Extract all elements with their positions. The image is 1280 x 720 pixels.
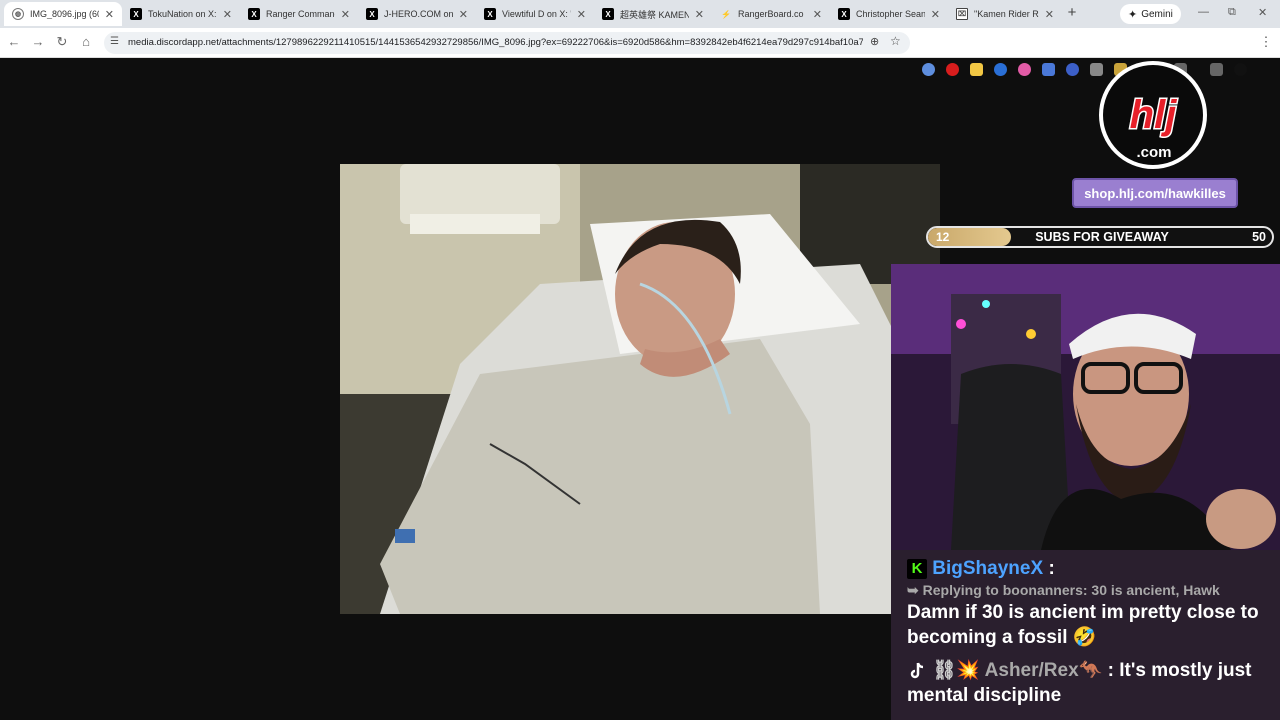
tab-img-8096[interactable]: ◍ IMG_8096.jpg (600 ✕ [4,2,122,26]
tiktok-logo-icon [907,661,927,681]
tab-title: Christopher Sean u [856,9,925,19]
new-tab-button[interactable]: + [1064,4,1080,22]
displayed-image [340,164,940,614]
extension-globe-icon[interactable] [1066,63,1079,76]
gemini-label: Gemini [1141,8,1173,20]
tab-j-hero[interactable]: X J-HERO.COM on X: ✕ [358,2,476,26]
close-window-icon[interactable]: ✕ [1258,6,1267,19]
chat-reply-text: Replying to boonanners: 30 is ancient, H… [922,582,1220,598]
tab-strip: ◍ IMG_8096.jpg (600 ✕ X TokuNation on X:… [0,0,1280,28]
kick-logo-icon: K [907,558,927,579]
chat-overlay: K BigShayneX : ➥ Replying to boonanners:… [891,550,1280,720]
bolt-icon: ⚡ [721,9,731,19]
close-tab-icon[interactable]: ✕ [341,8,350,21]
extension-note-icon[interactable] [970,63,983,76]
close-tab-icon[interactable]: ✕ [105,8,114,21]
close-tab-icon[interactable]: ✕ [695,8,704,21]
tab-title: TokuNation on X: "I [148,9,217,19]
globe-icon: ◍ [12,8,24,20]
tab-rangerboard[interactable]: ⚡ RangerBoard.co ✕ [712,2,830,26]
shop-link-badge: shop.hlj.com/hawkilles [1072,178,1238,208]
gemini-sparkle-icon: ✦ [1128,8,1138,21]
tab-title: 超英雄祭 KAMEN R [620,9,689,20]
zoom-icon[interactable]: ⊕ [870,35,879,48]
username-colon: : [1107,660,1120,681]
restore-icon[interactable]: ⧉ [1228,6,1236,19]
home-icon[interactable]: ⌂ [78,34,94,50]
tab-christopher-sean[interactable]: X Christopher Sean u ✕ [830,2,948,26]
tab-title: IMG_8096.jpg (600 [30,9,99,19]
hospital-photo-illustration [340,164,940,614]
back-icon[interactable]: ← [6,34,22,50]
site-info-icon[interactable]: ☰ [110,36,119,47]
extension-pink-icon[interactable] [1018,63,1031,76]
chat-username: Asher/Rex [984,660,1079,681]
tab-ranger-command[interactable]: X Ranger Command I ✕ [240,2,358,26]
minimize-icon[interactable]: — [1198,6,1209,18]
menu-kebab-icon[interactable]: ⋮ [1258,34,1274,50]
chat-username: BigShayneX [932,558,1044,579]
goal-label: SUBS FOR GIVEAWAY [1035,230,1169,244]
logo-main-text: hlj [1130,93,1178,137]
extension-blue-icon[interactable] [994,63,1007,76]
close-tab-icon[interactable]: ✕ [577,8,586,21]
tab-tokunation[interactable]: X TokuNation on X: "I ✕ [122,2,240,26]
address-bar[interactable]: ☰ media.discordapp.net/attachments/12798… [104,32,910,54]
extension-translate-icon[interactable] [1042,63,1055,76]
hlj-logo: hlj .com [1094,60,1212,170]
close-tab-icon[interactable]: ✕ [1045,8,1054,21]
x-logo-icon: X [838,8,850,20]
extension-wave-icon[interactable] [922,63,935,76]
chat-message-1-header: K BigShayneX : [907,558,1055,580]
chat-message-1-text: Damn if 30 is ancient im pretty close to… [907,602,1259,648]
tab-title: Viewtiful D on X: "U [502,9,571,19]
webcam-illustration [891,264,1280,550]
chat-message-2: ⛓💥 Asher/Rex🦘 : It's mostly just mental … [907,658,1272,708]
bookmark-star-icon[interactable]: ☆ [890,34,901,48]
profile-avatar[interactable] [1234,63,1247,76]
url-text[interactable]: media.discordapp.net/attachments/1279896… [128,37,863,48]
subs-goal-bar: 12 SUBS FOR GIVEAWAY 50 [926,226,1274,248]
hlj-logo-graphic: hlj .com [1099,61,1207,169]
chat-reply-line: ➥ Replying to boonanners: 30 is ancient,… [907,582,1220,599]
x-logo-icon: X [366,8,378,20]
close-tab-icon[interactable]: ✕ [931,8,940,21]
close-tab-icon[interactable]: ✕ [459,8,468,21]
tab-title: "Kamen Rider Revi [974,9,1039,19]
shop-link-text: shop.hlj.com/hawkilles [1084,185,1226,201]
tab-kamen-rider-revi[interactable]: ⌧ "Kamen Rider Revi ✕ [948,2,1062,26]
tab-title: RangerBoard.co [738,9,804,19]
reload-icon[interactable]: ↻ [54,34,70,50]
chain-icon: ⛓ [932,660,957,681]
goal-target: 50 [1252,230,1266,244]
explosion-icon: 💥 [956,660,981,681]
streamer-webcam [891,264,1280,550]
close-tab-icon[interactable]: ✕ [223,8,232,21]
x-logo-icon: X [602,8,614,20]
tab-viewtiful-d[interactable]: X Viewtiful D on X: "U ✕ [476,2,594,26]
kangaroo-icon: 🦘 [1078,660,1103,681]
x-logo-icon: X [484,8,496,20]
browser-toolbar: ← → ↻ ⌂ ☰ media.discordapp.net/attachmen… [0,28,1280,76]
reply-arrow-icon: ➥ [907,582,923,598]
tab-title: Ranger Command I [266,9,335,19]
extension-stop-icon[interactable] [946,63,959,76]
username-colon: : [1048,558,1055,579]
tab-kamen-rider-fes[interactable]: X 超英雄祭 KAMEN R ✕ [594,2,712,26]
document-icon: ⌧ [956,8,968,20]
x-logo-icon: X [130,8,142,20]
x-logo-icon: X [248,8,260,20]
forward-icon[interactable]: → [30,34,46,50]
gemini-button[interactable]: ✦ Gemini [1120,4,1181,24]
tab-title: J-HERO.COM on X: [384,9,453,19]
close-tab-icon[interactable]: ✕ [813,8,822,21]
logo-sub-text: .com [1136,144,1171,161]
